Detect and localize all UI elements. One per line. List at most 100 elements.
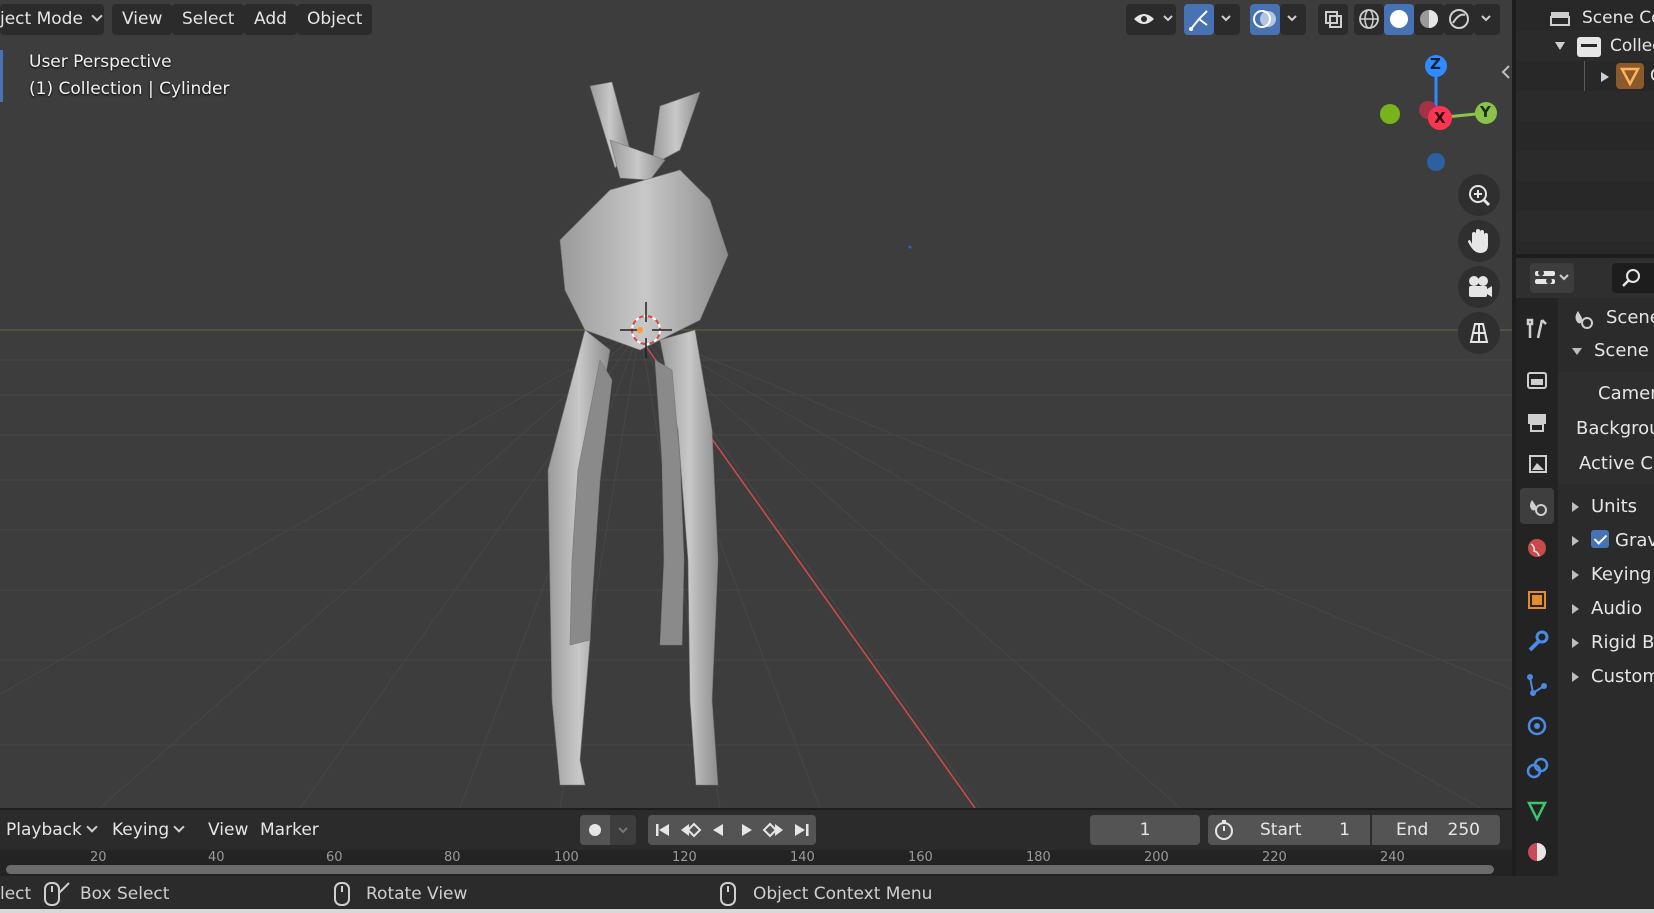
gizmo-x-label: X	[1434, 109, 1446, 127]
menu-object[interactable]: Object	[297, 4, 373, 35]
current-frame-field[interactable]: 1	[1090, 815, 1200, 845]
collapsed-arrow-icon	[1572, 502, 1579, 512]
scene-icon	[1530, 500, 1547, 516]
auto-keying-dropdown[interactable]	[610, 815, 636, 845]
timeline-header: Playback Keying View Marker 1 Start 1 En…	[0, 810, 1512, 850]
status-bar-edge	[0, 909, 1654, 913]
gizmo-y-label: Y	[1480, 103, 1491, 121]
xray-toggle[interactable]	[1318, 4, 1348, 35]
collapsed-arrow-icon	[1572, 604, 1579, 614]
collection-label: (1) Collection | Cylinder	[29, 79, 230, 99]
chevron-down-icon	[1221, 15, 1231, 22]
eye-icon	[1134, 14, 1173, 24]
preview-range-toggle[interactable]	[1208, 815, 1240, 845]
end-label: End	[1396, 820, 1429, 840]
search-icon	[1622, 269, 1640, 287]
rendered-shading-button[interactable]	[1444, 4, 1474, 35]
keying-menu[interactable]: Keying	[104, 815, 190, 845]
tab-material[interactable]	[1520, 834, 1554, 870]
gizmo-toggle[interactable]	[1184, 4, 1214, 35]
solid-shading-button[interactable]	[1384, 4, 1414, 35]
play-reverse-button[interactable]	[704, 815, 732, 845]
camera-view-button[interactable]	[1458, 266, 1500, 308]
tab-tool[interactable]	[1520, 310, 1554, 346]
gizmo-z-label: Z	[1430, 55, 1441, 73]
tab-output[interactable]	[1520, 404, 1554, 440]
properties-search-input[interactable]	[1612, 263, 1654, 293]
record-button[interactable]	[580, 815, 610, 845]
visibility-dropdown[interactable]	[1126, 4, 1176, 35]
menu-view[interactable]: View	[112, 4, 173, 35]
panel-rigid-body-title: Rigid B	[1591, 632, 1654, 653]
tab-particles[interactable]	[1520, 666, 1554, 702]
panel-keying-sets[interactable]: Keying	[1572, 564, 1651, 585]
tab-data[interactable]	[1520, 792, 1554, 828]
overlays-toggle[interactable]	[1250, 4, 1280, 35]
outliner-row-collection[interactable]: Collec	[1516, 31, 1654, 61]
mouse-right-icon	[720, 882, 736, 906]
material-shading-button[interactable]	[1414, 4, 1444, 35]
tab-render[interactable]	[1520, 362, 1554, 398]
menu-select[interactable]: Select	[172, 4, 245, 35]
timeline-frames[interactable]: 20 40 60 80 100 120 140 160 180 200 220 …	[0, 850, 1512, 876]
play-button[interactable]	[732, 815, 760, 845]
tab-object[interactable]	[1520, 582, 1554, 618]
gizmo-icon	[1189, 10, 1208, 31]
panel-rigid-body[interactable]: Rigid B	[1572, 632, 1654, 653]
sidebar-expand-icon[interactable]	[1500, 64, 1512, 80]
editor-type-dropdown[interactable]	[1530, 263, 1574, 293]
gizmo-dropdown[interactable]	[1214, 4, 1240, 35]
wrench-icon	[1528, 630, 1549, 652]
ortho-toggle-button[interactable]	[1458, 312, 1500, 354]
prev-keyframe-button[interactable]	[676, 815, 704, 845]
jump-end-button[interactable]	[788, 815, 816, 845]
next-keyframe-button[interactable]	[760, 815, 788, 845]
view-layer-icon	[1529, 455, 1547, 473]
outliner-row-object[interactable]: C	[1516, 61, 1654, 91]
object-icon	[1528, 591, 1546, 609]
panel-custom-properties[interactable]: Custom	[1572, 666, 1654, 687]
outliner-row-scene-collection[interactable]: Scene Co	[1516, 3, 1654, 33]
jump-start-icon	[656, 824, 669, 836]
tab-view-layer[interactable]	[1520, 446, 1554, 482]
collapsed-arrow-icon	[1572, 536, 1579, 546]
outliner[interactable]: Scene Co Collec C	[1516, 0, 1654, 254]
tab-modifiers[interactable]	[1520, 624, 1554, 660]
chevron-down-icon	[173, 821, 185, 833]
panel-gravity[interactable]: Grav	[1572, 530, 1654, 551]
zoom-button[interactable]	[1458, 174, 1500, 216]
frame-tick: 100	[554, 850, 579, 865]
gravity-checkbox[interactable]	[1591, 530, 1609, 548]
frame-tick: 200	[1144, 850, 1169, 865]
tab-constraints[interactable]	[1520, 750, 1554, 786]
viewport-scene[interactable]	[0, 0, 1512, 808]
constraints-icon	[1526, 757, 1549, 779]
frame-tick: 240	[1380, 850, 1405, 865]
end-frame-field[interactable]: End 250	[1372, 815, 1500, 845]
panel-units[interactable]: Units	[1572, 496, 1637, 517]
overlays-dropdown[interactable]	[1280, 4, 1306, 35]
jump-end-icon	[795, 824, 809, 836]
wireframe-shading-button[interactable]	[1354, 4, 1384, 35]
start-frame-field[interactable]: Start 1	[1240, 815, 1370, 845]
torso	[559, 169, 729, 351]
jump-start-button[interactable]	[648, 815, 676, 845]
shading-dropdown[interactable]	[1474, 4, 1500, 35]
mode-dropdown[interactable]: ject Mode	[0, 4, 104, 35]
3d-viewport[interactable]: User Perspective (1) Collection | Cylind…	[0, 0, 1512, 808]
panel-scene-header[interactable]: Scene	[1572, 340, 1649, 361]
playback-menu[interactable]: Playback	[0, 815, 100, 845]
area-divider[interactable]	[1512, 810, 1516, 876]
tab-scene[interactable]	[1520, 488, 1554, 524]
collapse-arrow-icon	[1601, 72, 1609, 82]
marker-menu[interactable]: Marker	[252, 815, 327, 845]
properties-header	[1516, 258, 1654, 298]
tab-physics[interactable]	[1520, 708, 1554, 744]
panel-audio[interactable]: Audio	[1572, 598, 1642, 619]
pan-button[interactable]	[1458, 220, 1500, 262]
timeline-view-menu[interactable]: View	[200, 815, 257, 845]
menu-add[interactable]: Add	[244, 4, 297, 35]
tab-world[interactable]	[1520, 530, 1554, 566]
timeline-scrollbar[interactable]	[6, 865, 1494, 874]
drag-icon	[58, 882, 70, 894]
